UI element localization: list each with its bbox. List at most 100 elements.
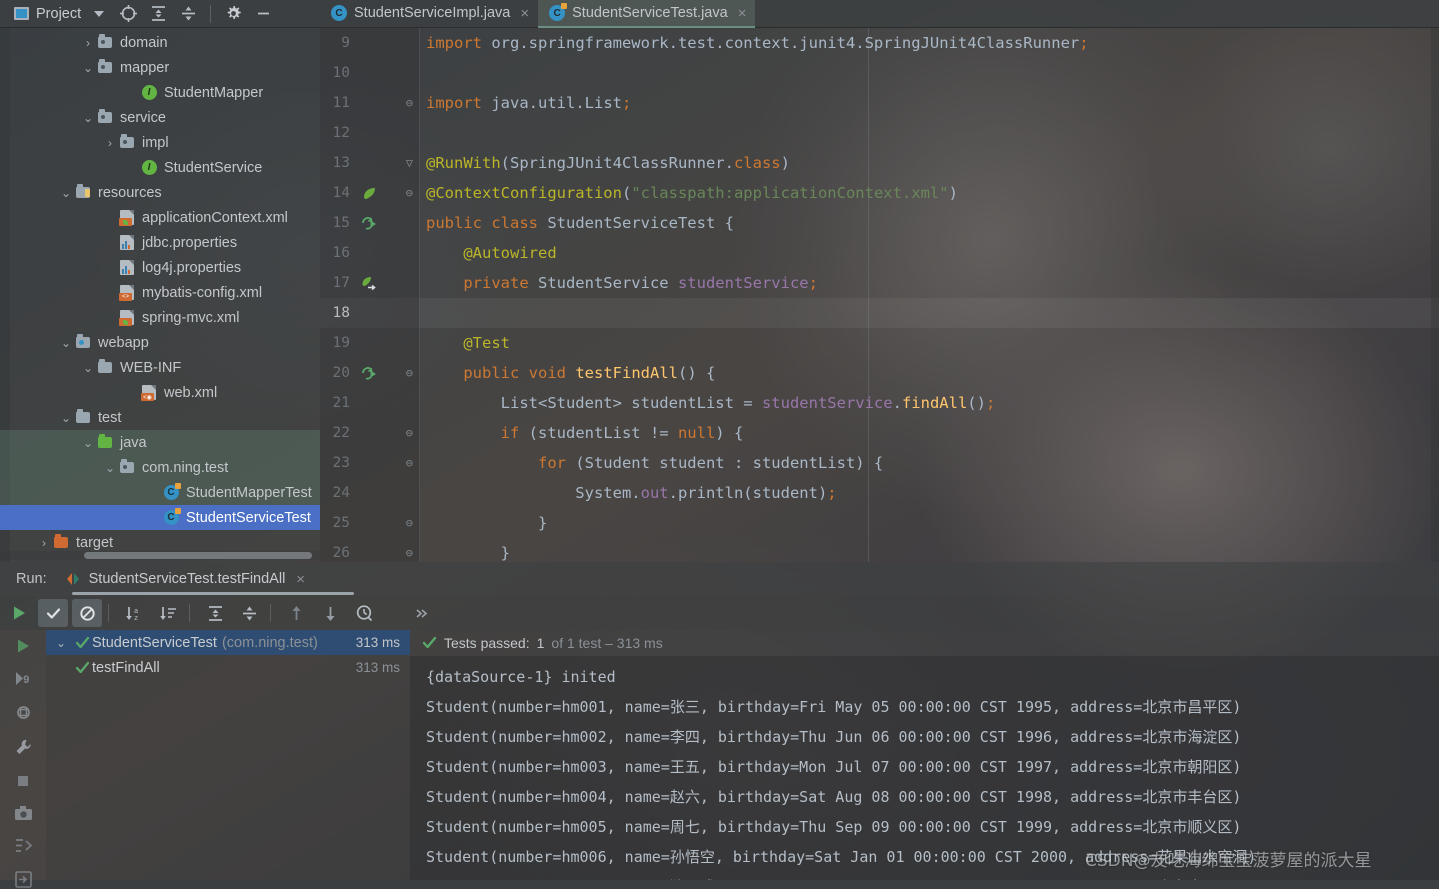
chevron-right-icon[interactable]: ›	[146, 511, 162, 525]
editor-gutter[interactable]: 16	[320, 238, 420, 268]
screenshot-icon[interactable]	[9, 805, 37, 821]
tree-item-web-inf[interactable]: ⌄WEB-INF	[0, 355, 320, 380]
editor-line-13[interactable]: 13▽@RunWith(SpringJUnit4ClassRunner.clas…	[320, 148, 1439, 178]
tree-item-webapp[interactable]: ⌄webapp	[0, 330, 320, 355]
debug-icon[interactable]: 9	[9, 670, 37, 687]
chevron-right-icon[interactable]: ›	[124, 161, 140, 175]
tree-item-studentservicetest[interactable]: ›CStudentServiceTest	[0, 505, 320, 530]
test-tree-row-method[interactable]: testFindAll 313 ms	[46, 655, 410, 680]
editor-line-22[interactable]: 22⊖ if (studentList != null) {	[320, 418, 1439, 448]
sort-alphabetically-icon[interactable]: az	[119, 599, 149, 627]
tree-item-mapper[interactable]: ⌄mapper	[0, 55, 320, 80]
editor-line-23[interactable]: 23⊖ for (Student student : studentList) …	[320, 448, 1439, 478]
tree-item-jdbc-properties[interactable]: ›jdbc.properties	[0, 230, 320, 255]
chevron-right-icon[interactable]: ›	[124, 386, 140, 400]
editor-gutter[interactable]: 11⊖	[320, 88, 420, 118]
fold-minus-icon[interactable]: ⊖	[406, 517, 413, 529]
expand-all-icon[interactable]	[143, 0, 173, 28]
chevron-down-icon[interactable]: ⌄	[80, 436, 96, 450]
chevron-right-icon[interactable]: ›	[80, 36, 96, 50]
editor-line-17[interactable]: 17 private StudentService studentService…	[320, 268, 1439, 298]
close-icon[interactable]: ×	[738, 5, 747, 22]
chevron-right-icon[interactable]: ›	[102, 286, 118, 300]
locate-icon[interactable]	[113, 0, 143, 28]
editor-line-24[interactable]: 24 System.out.println(student);	[320, 478, 1439, 508]
chevron-right-icon[interactable]: ›	[102, 261, 118, 275]
editor-gutter[interactable]: 24	[320, 478, 420, 508]
chevron-down-icon[interactable]: ⌄	[58, 411, 74, 425]
collapse-all-icon[interactable]	[234, 599, 264, 627]
editor-line-26[interactable]: 26⊖ }	[320, 538, 1439, 562]
rerun-failed-icon[interactable]	[9, 703, 37, 722]
run-configuration-tab[interactable]: StudentServiceTest.testFindAll ×	[57, 571, 313, 588]
tree-item-test[interactable]: ⌄test	[0, 405, 320, 430]
fold-minus-icon[interactable]: ⊖	[406, 547, 413, 559]
soft-wrap-icon[interactable]	[9, 837, 37, 854]
chevron-right-icon[interactable]: ›	[102, 211, 118, 225]
spring-leaf-icon[interactable]	[356, 186, 382, 201]
chevron-right-icon[interactable]: ›	[102, 311, 118, 325]
show-passed-icon[interactable]	[38, 599, 68, 627]
chevron-down-icon[interactable]	[94, 11, 104, 17]
chevron-down-icon[interactable]: ⌄	[50, 636, 72, 650]
tab-StudentServiceImpl[interactable]: C StudentServiceImpl.java ×	[320, 0, 538, 28]
chevron-down-icon[interactable]: ⌄	[80, 61, 96, 75]
fold-arrow-icon[interactable]: ▽	[406, 157, 413, 169]
gear-icon[interactable]	[218, 0, 248, 28]
rerun-icon[interactable]	[4, 599, 34, 627]
tree-item-log4j-properties[interactable]: ›log4j.properties	[0, 255, 320, 280]
editor-line-21[interactable]: 21 List<Student> studentList = studentSe…	[320, 388, 1439, 418]
close-icon[interactable]: ×	[520, 5, 529, 22]
tree-item-impl[interactable]: ›impl	[0, 130, 320, 155]
editor-gutter[interactable]: 14⊖	[320, 178, 420, 208]
fold-minus-icon[interactable]: ⊖	[406, 427, 413, 439]
tree-item-java[interactable]: ⌄java	[0, 430, 320, 455]
close-icon[interactable]: ×	[296, 571, 305, 588]
chevron-down-icon[interactable]: ⌄	[80, 111, 96, 125]
fold-minus-icon[interactable]: ⊖	[406, 457, 413, 469]
project-view-button[interactable]: Project	[0, 0, 113, 28]
editor-gutter[interactable]: 12	[320, 118, 420, 148]
fold-minus-icon[interactable]: ⊖	[406, 187, 413, 199]
tree-item-com-ning-test[interactable]: ⌄com.ning.test	[0, 455, 320, 480]
prev-failed-icon[interactable]	[281, 599, 311, 627]
history-icon[interactable]	[349, 599, 379, 627]
editor-line-15[interactable]: 15public class StudentServiceTest {	[320, 208, 1439, 238]
tree-horizontal-scrollbar[interactable]	[84, 552, 312, 559]
editor-line-19[interactable]: 19 @Test	[320, 328, 1439, 358]
editor-line-25[interactable]: 25⊖ }	[320, 508, 1439, 538]
editor-line-14[interactable]: 14⊖@ContextConfiguration("classpath:appl…	[320, 178, 1439, 208]
fold-minus-icon[interactable]: ⊖	[406, 367, 413, 379]
editor-gutter[interactable]: 22⊖	[320, 418, 420, 448]
rerun-green-icon[interactable]	[9, 638, 37, 654]
collapse-all-icon[interactable]	[173, 0, 203, 28]
editor-gutter[interactable]: 15	[320, 208, 420, 238]
chevron-down-icon[interactable]: ⌄	[102, 461, 118, 475]
bean-arrow-icon[interactable]	[356, 276, 382, 291]
run-test-icon[interactable]	[356, 215, 382, 231]
editor-line-12[interactable]: 12	[320, 118, 1439, 148]
editor-line-9[interactable]: 9import org.springframework.test.context…	[320, 28, 1439, 58]
editor-line-20[interactable]: 20⊖ public void testFindAll() {	[320, 358, 1439, 388]
tree-item-domain[interactable]: ›domain	[0, 30, 320, 55]
chevron-right-icon[interactable]: ›	[102, 136, 118, 150]
editor-gutter[interactable]: 19	[320, 328, 420, 358]
tree-item-mybatis-config-xml[interactable]: ›<>mybatis-config.xml	[0, 280, 320, 305]
test-tree-row-suite[interactable]: ⌄ StudentServiceTest (com.ning.test) 313…	[46, 630, 410, 655]
settings-wrench-icon[interactable]	[9, 738, 37, 757]
tree-item-studentmapper[interactable]: ›IStudentMapper	[0, 80, 320, 105]
hide-icon[interactable]	[248, 0, 278, 28]
more-icon[interactable]	[407, 599, 437, 627]
run-test-icon[interactable]	[356, 365, 382, 381]
tree-item-studentservice[interactable]: ›IStudentService	[0, 155, 320, 180]
editor-gutter[interactable]: 26⊖	[320, 538, 420, 562]
editor-gutter[interactable]: 21	[320, 388, 420, 418]
editor-line-16[interactable]: 16 @Autowired	[320, 238, 1439, 268]
chevron-right-icon[interactable]: ›	[36, 536, 52, 550]
editor-scrollbar[interactable]	[1431, 28, 1439, 562]
editor-gutter[interactable]: 10	[320, 58, 420, 88]
project-tree-panel[interactable]: ›domain⌄mapper›IStudentMapper⌄service›im…	[0, 28, 320, 562]
editor-gutter[interactable]: 25⊖	[320, 508, 420, 538]
editor-line-11[interactable]: 11⊖import java.util.List;	[320, 88, 1439, 118]
tab-StudentServiceTest[interactable]: C StudentServiceTest.java ×	[538, 0, 755, 28]
